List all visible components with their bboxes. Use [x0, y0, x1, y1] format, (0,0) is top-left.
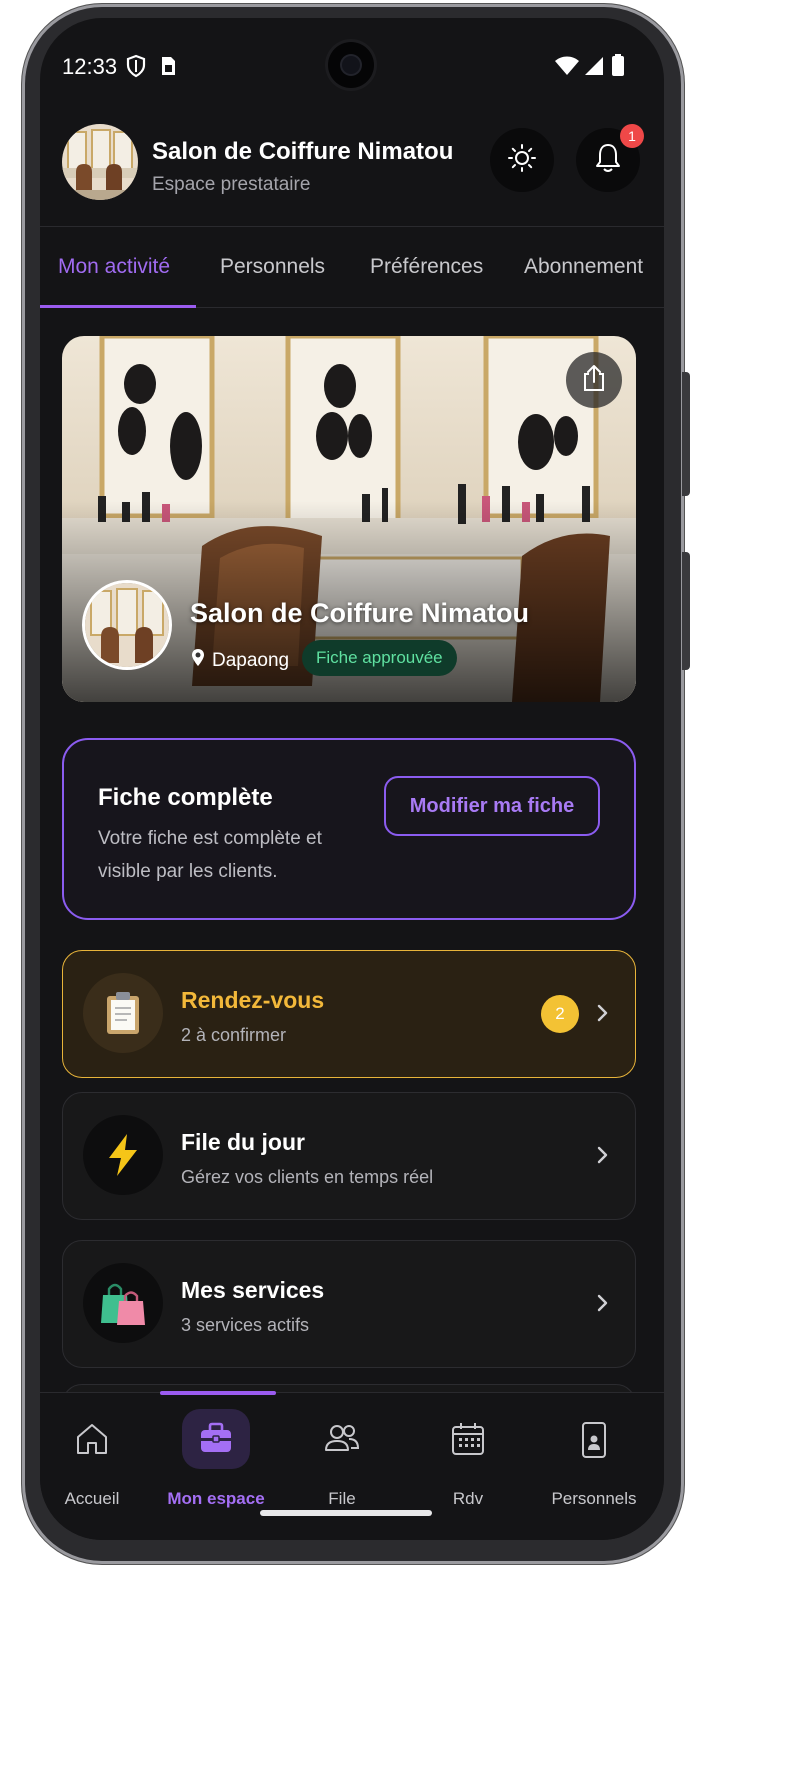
active-tab-indicator [40, 305, 196, 308]
location-pin-icon [190, 648, 206, 674]
header-subtitle: Espace prestataire [152, 174, 311, 195]
profile-card-title: Fiche complète [98, 784, 273, 811]
screen: 12:33 Salon de Coiffure Nimatou Espace p… [40, 18, 664, 1540]
tab-preferences[interactable]: Préférences [370, 255, 483, 279]
front-camera [328, 42, 374, 88]
appointments-count-badge: 2 [541, 995, 579, 1033]
wifi-icon [554, 56, 580, 81]
header-title: Salon de Coiffure Nimatou [152, 138, 454, 165]
home-icon [74, 1421, 110, 1462]
nav-rdv-label: Rdv [452, 1489, 484, 1508]
appointments-title: Rendez-vous [181, 987, 325, 1013]
daily-queue-card[interactable]: File du jour Gérez vos clients en temps … [62, 1092, 636, 1220]
services-card[interactable]: Mes services 3 services actifs [62, 1240, 636, 1368]
shield-icon [126, 54, 146, 83]
hero-title: Salon de Coiffure Nimatou [190, 598, 530, 628]
nav-personnels-label: Personnels [551, 1489, 637, 1508]
tab-mon-activite[interactable]: Mon activité [58, 255, 170, 279]
approval-badge: Fiche approuvée [302, 640, 457, 676]
notifications-button[interactable]: 1 [576, 124, 644, 192]
shopping-bags-icon [83, 1263, 163, 1343]
power-button [682, 372, 690, 496]
nav-mon-espace[interactable]: Mon espace [154, 1393, 278, 1523]
services-subtitle: 3 services actifs [181, 1315, 310, 1335]
chevron-right-icon [597, 1145, 609, 1170]
salon-cover[interactable]: Salon de Coiffure Nimatou Dapaong Fiche … [62, 336, 636, 702]
services-title: Mes services [181, 1277, 325, 1303]
lightning-icon [83, 1115, 163, 1195]
nav-rdv[interactable]: Rdv [406, 1393, 530, 1523]
nav-accueil-label: Accueil [64, 1489, 120, 1508]
header: Salon de Coiffure Nimatou Espace prestat… [40, 118, 664, 228]
chevron-right-icon [597, 1293, 609, 1318]
status-time: 12:33 [62, 54, 118, 79]
hero-location: Dapaong [190, 648, 289, 674]
nav-accueil[interactable]: Accueil [40, 1393, 154, 1523]
daily-queue-title: File du jour [181, 1129, 305, 1155]
users-icon [323, 1421, 361, 1460]
location-text: Dapaong [212, 650, 290, 671]
nav-personnels[interactable]: Personnels [532, 1393, 656, 1523]
home-indicator[interactable] [260, 1510, 432, 1516]
briefcase-icon [198, 1421, 234, 1460]
appointments-card[interactable]: Rendez-vous 2 à confirmer 2 [62, 950, 636, 1078]
theme-toggle-button[interactable] [490, 128, 554, 192]
nav-file-label: File [328, 1489, 356, 1508]
phone-user-icon [580, 1421, 608, 1464]
appointments-subtitle: 2 à confirmer [181, 1025, 287, 1045]
calendar-icon [450, 1421, 486, 1462]
profile-complete-card: Fiche complète Votre fiche est complète … [62, 738, 636, 920]
sun-icon [507, 143, 537, 178]
edit-profile-button[interactable]: Modifier ma fiche [384, 776, 600, 836]
notification-badge: 1 [620, 124, 644, 148]
volume-button [682, 552, 690, 670]
profile-card-description: Votre fiche est complète et visible par … [98, 828, 322, 882]
battery-icon [612, 54, 624, 81]
status-bar: 12:33 [40, 18, 664, 118]
sim-card-icon [160, 56, 176, 81]
bottom-navigation: Accueil Mon espace File Rdv Personnels [40, 1391, 664, 1540]
tab-personnels[interactable]: Personnels [220, 255, 325, 279]
share-icon [581, 364, 607, 397]
nav-mon-espace-label: Mon espace [167, 1489, 265, 1508]
hero-avatar [82, 580, 172, 670]
tab-bar: Mon activité Personnels Préférences Abon… [40, 226, 664, 308]
tab-abonnement[interactable]: Abonnement [524, 255, 643, 279]
salon-avatar[interactable] [62, 124, 138, 200]
bell-icon [593, 142, 623, 179]
nav-file[interactable]: File [280, 1393, 404, 1523]
signal-icon [584, 56, 604, 81]
share-button[interactable] [566, 352, 622, 408]
chevron-right-icon [597, 1003, 609, 1028]
clipboard-icon [83, 973, 163, 1053]
daily-queue-subtitle: Gérez vos clients en temps réel [181, 1167, 434, 1187]
